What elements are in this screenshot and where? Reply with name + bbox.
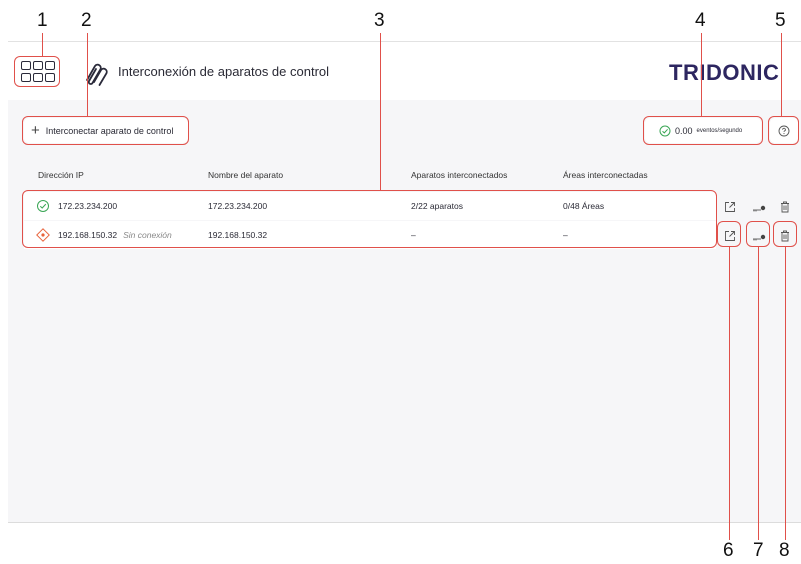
leader-line-7 [758, 247, 759, 540]
highlight-connect-button [22, 116, 189, 145]
leader-line-8 [785, 247, 786, 540]
key-button[interactable] [748, 196, 770, 218]
leader-line-4 [701, 33, 702, 116]
delete-button[interactable] [774, 196, 796, 218]
key-icon [753, 205, 766, 212]
open-external-button[interactable] [719, 196, 741, 218]
column-header-areas[interactable]: Áreas interconectadas [563, 170, 648, 180]
callout-5: 5 [775, 10, 786, 31]
leader-line-2 [87, 33, 88, 116]
callout-7: 7 [753, 540, 764, 561]
callout-4: 4 [695, 10, 706, 31]
footer-border [8, 522, 801, 523]
leader-line-3 [380, 33, 381, 190]
highlight-delete [773, 221, 797, 247]
highlight-key [746, 221, 770, 247]
main-content [8, 100, 801, 522]
column-header-devices[interactable]: Aparatos interconectados [411, 170, 507, 180]
leader-line-5 [781, 33, 782, 116]
highlight-help [768, 116, 799, 145]
trash-icon [781, 201, 789, 213]
callout-2: 2 [81, 10, 92, 31]
leader-line-6 [729, 247, 730, 540]
open-external-icon [725, 202, 735, 212]
highlight-device-list [22, 190, 717, 248]
highlight-events-rate [643, 116, 763, 145]
highlight-open-external [717, 221, 741, 247]
callout-6: 6 [723, 540, 734, 561]
callout-3: 3 [374, 10, 385, 31]
column-header-ip[interactable]: Dirección IP [38, 170, 84, 180]
page-title: Interconexión de aparatos de control [118, 64, 330, 79]
brand-logo: TRIDONIC [669, 60, 780, 85]
callout-8: 8 [779, 540, 790, 561]
callout-1: 1 [37, 10, 48, 31]
highlight-apps-menu [14, 56, 60, 87]
column-header-name[interactable]: Nombre del aparato [208, 170, 283, 180]
leader-line-1 [42, 33, 43, 56]
paperclip-link-icon [86, 63, 108, 86]
